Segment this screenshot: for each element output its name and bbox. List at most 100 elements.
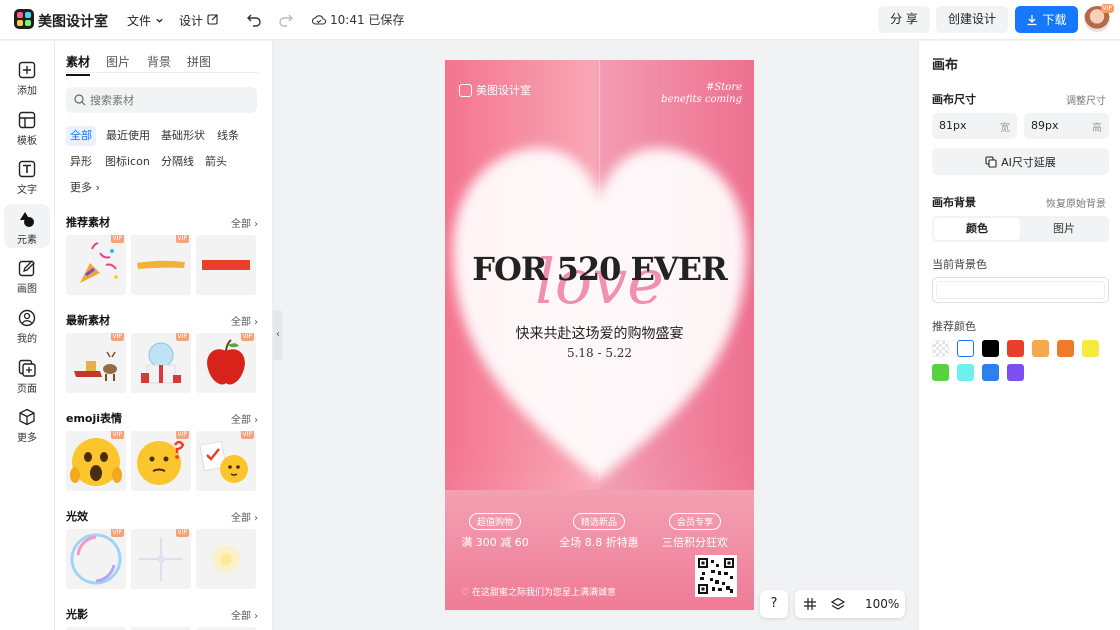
search-input[interactable] <box>90 91 250 109</box>
tab-image[interactable]: 图片 <box>106 53 130 70</box>
chip-all[interactable]: 全部 <box>66 126 96 146</box>
current-bg-label: 当前背景色 <box>932 258 987 271</box>
width-field[interactable]: 81px 宽 <box>932 113 1017 139</box>
bg-type-toggle: 颜色 图片 <box>932 216 1109 242</box>
share-button[interactable]: 分 享 <box>878 6 930 33</box>
color-swatch[interactable] <box>1007 364 1024 381</box>
user-icon <box>18 309 36 327</box>
rail-label: 画图 <box>17 284 37 295</box>
rail-label: 模板 <box>17 136 37 147</box>
create-design-button[interactable]: 创建设计 <box>936 6 1008 33</box>
file-menu[interactable]: 文件 <box>127 12 164 29</box>
adjust-size-link[interactable]: 调整尺寸 <box>1066 92 1106 107</box>
color-swatch[interactable] <box>932 340 949 357</box>
color-swatch[interactable] <box>982 340 999 357</box>
section-title-emoji: emoji表情 <box>66 412 123 425</box>
redo-icon[interactable] <box>277 10 295 28</box>
rail-item-mine[interactable]: 我的 <box>4 303 50 347</box>
panel-tabs: 素材 图片 背景 拼图 <box>66 53 259 76</box>
panel-title: 画布 <box>932 58 959 73</box>
material-thumb[interactable]: VIP <box>196 431 256 491</box>
material-thumb[interactable]: VIP <box>66 529 126 589</box>
color-swatch[interactable] <box>957 340 974 357</box>
see-all-link[interactable]: 全部 › <box>231 509 258 524</box>
recommend-colors-label: 推荐颜色 <box>932 320 976 333</box>
color-swatch[interactable] <box>1057 340 1074 357</box>
undo-icon[interactable] <box>245 10 263 28</box>
avatar[interactable]: VIP <box>1084 4 1114 32</box>
chip-recent[interactable]: 最近使用 <box>102 126 154 146</box>
poster-brand: 美图设计室 <box>459 82 531 98</box>
material-thumb[interactable]: VIP <box>66 431 126 491</box>
chip-irregular[interactable]: 异形 <box>66 152 96 172</box>
download-icon <box>1027 14 1037 25</box>
app-logo-icon[interactable] <box>14 9 34 29</box>
seg-image[interactable]: 图片 <box>1021 218 1107 240</box>
see-all-link[interactable]: 全部 › <box>231 313 258 328</box>
download-label: 下载 <box>1042 13 1067 27</box>
color-swatch[interactable] <box>982 364 999 381</box>
material-thumb[interactable]: VIP <box>131 529 191 589</box>
current-bg-color[interactable] <box>932 277 1109 303</box>
see-all-link[interactable]: 全部 › <box>231 215 258 230</box>
seg-color[interactable]: 颜色 <box>934 218 1020 240</box>
material-thumb[interactable]: VIP <box>66 235 126 295</box>
rail-item-draw[interactable]: 画图 <box>4 253 50 297</box>
properties-panel: 画布 画布尺寸 调整尺寸 81px 宽 89px 高 AI尺寸延展 画布背景 恢… <box>918 41 1120 630</box>
see-all-link[interactable]: 全部 › <box>231 607 258 622</box>
rail-item-more[interactable]: 更多 <box>4 402 50 446</box>
vip-tag: VIP <box>175 333 189 341</box>
rail-item-template[interactable]: 模板 <box>4 105 50 149</box>
chip-more[interactable]: 更多 › <box>66 178 104 198</box>
reset-bg-link[interactable]: 恢复原始背景 <box>1046 195 1106 210</box>
material-thumb[interactable]: VIP <box>131 235 191 295</box>
ai-resize-button[interactable]: AI尺寸延展 <box>932 148 1109 175</box>
tab-background[interactable]: 背景 <box>147 53 171 70</box>
chip-icons[interactable]: 图标icon <box>101 152 154 172</box>
glow-icon <box>212 545 240 573</box>
chip-lines[interactable]: 线条 <box>213 126 243 146</box>
poster-footer-text: 在这甜蜜之际我们为您呈上满满诚意 <box>471 588 616 598</box>
design-menu[interactable]: 设计 <box>179 12 219 29</box>
color-swatch[interactable] <box>932 364 949 381</box>
rail-item-page[interactable]: 页面 <box>4 353 50 397</box>
file-menu-label: 文件 <box>127 14 152 28</box>
color-swatch[interactable] <box>1032 340 1049 357</box>
tab-collage[interactable]: 拼图 <box>187 53 211 70</box>
color-swatch[interactable] <box>957 364 974 381</box>
chip-basic-shapes[interactable]: 基础形状 <box>157 126 209 146</box>
top-bar: 美图设计室 文件 设计 10:41 已保存 分 享 创建设计 下载 VIP <box>0 0 1120 40</box>
chevron-down-icon <box>156 18 163 23</box>
shocked-emoji-icon <box>70 438 122 486</box>
width-unit: 宽 <box>1000 123 1010 134</box>
material-thumb[interactable]: VIP <box>131 431 191 491</box>
rail-item-text[interactable]: 文字 <box>4 154 50 198</box>
material-thumb[interactable]: VIP <box>131 333 191 393</box>
rail-label: 元素 <box>17 235 37 246</box>
tab-material[interactable]: 素材 <box>66 53 91 76</box>
material-thumb[interactable]: VIP <box>66 333 126 393</box>
layers-icon[interactable] <box>831 597 845 611</box>
search-box[interactable] <box>66 87 257 113</box>
height-field[interactable]: 89px 高 <box>1024 113 1109 139</box>
rail-item-add[interactable]: 添加 <box>4 55 50 99</box>
chip-dividers[interactable]: 分隔线 <box>157 152 198 172</box>
download-button[interactable]: 下载 <box>1015 6 1078 33</box>
collapse-panel-button[interactable]: ‹ <box>273 310 283 360</box>
brand-logo-icon <box>459 83 472 97</box>
grid-icon[interactable] <box>804 598 816 610</box>
design-canvas[interactable]: 美图设计室 #Store benefits coming love FOR 52… <box>445 60 754 610</box>
chip-arrows[interactable]: 箭头 <box>201 152 231 172</box>
material-panel: 素材 图片 背景 拼图 全部 最近使用 基础形状 线条 异形 图标icon 分隔… <box>55 41 273 630</box>
color-swatch[interactable] <box>1007 340 1024 357</box>
material-thumb[interactable] <box>196 235 256 295</box>
color-swatch[interactable] <box>1082 340 1099 357</box>
rail-item-elements[interactable]: 元素 <box>4 204 50 248</box>
vip-badge: VIP <box>1100 4 1114 13</box>
material-thumb[interactable] <box>196 529 256 589</box>
poster-store-line2: benefits coming <box>661 94 742 105</box>
help-button[interactable]: ? <box>760 590 788 618</box>
see-all-link[interactable]: 全部 › <box>231 411 258 426</box>
material-thumb[interactable]: VIP <box>196 333 256 393</box>
zoom-level[interactable]: 100% <box>865 597 899 611</box>
